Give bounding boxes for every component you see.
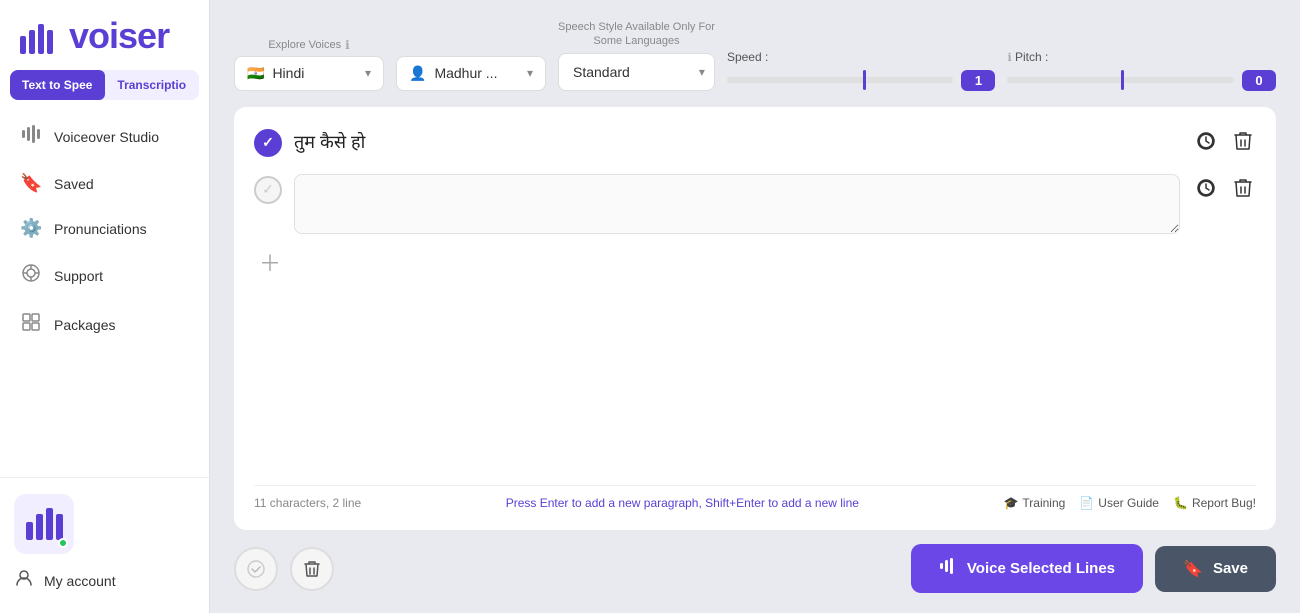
logo-area: voiser — [0, 0, 209, 70]
pitch-label: ℹ Pitch : — [1007, 50, 1276, 64]
sidebar-item-packages[interactable]: Packages — [0, 300, 209, 349]
online-indicator — [58, 538, 68, 548]
avatar-bars-icon — [26, 508, 63, 540]
language-group: Explore Voices ℹ 🇮🇳 Hindi English Spanis… — [234, 38, 384, 91]
sidebar-item-voiceover-studio[interactable]: Voiceover Studio — [0, 112, 209, 161]
char-count: 11 characters, 2 line — [254, 496, 361, 510]
speed-value: 1 — [961, 70, 995, 91]
speech-style-label: Speech Style Available Only For Some Lan… — [558, 20, 715, 49]
action-bar: Voice Selected Lines 🔖 Save — [234, 530, 1276, 593]
sidebar-label-voiceover-studio: Voiceover Studio — [54, 129, 159, 145]
save-btn-icon: 🔖 — [1183, 559, 1203, 579]
tab-transcription[interactable]: Transcriptio — [105, 70, 200, 100]
pitch-slider: 0 — [1007, 70, 1276, 91]
sidebar-label-pronunciations: Pronunciations — [54, 221, 147, 237]
language-select[interactable]: Hindi English Spanish — [272, 65, 357, 81]
voice-selected-lines-button[interactable]: Voice Selected Lines — [911, 544, 1143, 593]
line2-clock-button[interactable] — [1192, 174, 1220, 207]
sidebar-item-pronunciations[interactable]: ⚙️ Pronunciations — [0, 206, 209, 251]
voice-chevron-icon: ▾ — [527, 66, 533, 80]
line-row-2 — [254, 174, 1256, 234]
language-chevron-icon: ▾ — [365, 66, 371, 80]
sidebar-item-saved[interactable]: 🔖 Saved — [0, 161, 209, 206]
explore-voices-info-icon: ℹ — [345, 38, 350, 52]
sidebar-item-support[interactable]: Support — [0, 251, 209, 300]
packages-icon — [20, 312, 42, 337]
line2-checkbox[interactable] — [254, 176, 282, 204]
speed-thumb[interactable] — [863, 70, 866, 90]
pronunciations-icon: ⚙️ — [20, 218, 42, 239]
tab-row: Text to Spee Transcriptio — [10, 70, 199, 100]
save-btn-label: Save — [1213, 560, 1248, 577]
my-account-label: My account — [44, 573, 116, 589]
sidebar-label-support: Support — [54, 268, 103, 284]
line1-text: तुम कैसे हो — [294, 127, 1180, 154]
save-button[interactable]: 🔖 Save — [1155, 546, 1276, 592]
tab-tts[interactable]: Text to Spee — [10, 70, 105, 100]
editor-card: तुम कैसे हो — [234, 107, 1276, 530]
sidebar-bottom: My account — [0, 477, 209, 613]
voice-select[interactable]: Madhur ... Ananya — [434, 65, 519, 81]
report-bug-link[interactable]: 🐛 Report Bug! — [1173, 496, 1256, 510]
training-icon: 🎓 — [1003, 496, 1018, 510]
saved-icon: 🔖 — [20, 173, 42, 194]
nav-menu: Voiceover Studio 🔖 Saved ⚙️ Pronunciatio… — [0, 108, 209, 477]
speed-label: Speed : — [727, 50, 996, 64]
support-icon — [20, 263, 42, 288]
pitch-info-icon: ℹ — [1007, 52, 1011, 64]
sidebar: voiser Text to Spee Transcriptio Voiceov… — [0, 0, 210, 613]
add-line-row: ＋ — [254, 248, 1256, 276]
explore-voices-label: Explore Voices ℹ — [234, 38, 384, 52]
line1-actions — [1192, 127, 1256, 160]
line1-checkbox[interactable] — [254, 129, 282, 157]
sidebar-label-saved: Saved — [54, 176, 94, 192]
toolbar: Explore Voices ℹ 🇮🇳 Hindi English Spanis… — [234, 20, 1276, 91]
speed-group: Speed : 1 — [727, 50, 996, 91]
report-bug-icon: 🐛 — [1173, 496, 1188, 510]
style-dropdown-wrapper: Standard Calm Cheerful — [558, 53, 715, 91]
voice-dropdown[interactable]: 👤 Madhur ... Ananya ▾ — [396, 56, 546, 91]
logo-icon — [20, 15, 69, 56]
speed-fill — [727, 77, 863, 83]
add-line-button[interactable]: ＋ — [256, 248, 284, 276]
pitch-thumb[interactable] — [1121, 70, 1124, 90]
pitch-value: 0 — [1242, 70, 1276, 91]
training-link[interactable]: 🎓 Training — [1003, 496, 1065, 510]
voice-avatar-icon: 👤 — [409, 65, 426, 82]
my-account[interactable]: My account — [14, 564, 195, 597]
delete-button[interactable] — [290, 547, 334, 591]
line2-textarea[interactable] — [294, 174, 1180, 234]
language-dropdown[interactable]: 🇮🇳 Hindi English Spanish ▾ — [234, 56, 384, 91]
select-all-button[interactable] — [234, 547, 278, 591]
line2-actions — [1192, 174, 1256, 207]
flag-icon: 🇮🇳 — [247, 65, 264, 82]
line-row-1: तुम कैसे हो — [254, 127, 1256, 160]
line2-delete-button[interactable] — [1230, 174, 1256, 207]
avatar — [14, 494, 74, 554]
user-guide-link[interactable]: 📄 User Guide — [1079, 496, 1159, 510]
speed-slider: 1 — [727, 70, 996, 91]
pitch-group: ℹ Pitch : 0 — [1007, 50, 1276, 91]
pitch-fill — [1007, 77, 1120, 83]
logo: voiser — [20, 18, 189, 54]
line1-clock-button[interactable] — [1192, 127, 1220, 160]
voice-btn-label: Voice Selected Lines — [967, 560, 1115, 577]
logo-text-label: voiser — [69, 15, 169, 56]
sidebar-label-packages: Packages — [54, 317, 115, 333]
voice-btn-icon — [939, 557, 957, 580]
main-content: Explore Voices ℹ 🇮🇳 Hindi English Spanis… — [210, 0, 1300, 613]
footer-links: 🎓 Training 📄 User Guide 🐛 Report Bug! — [1003, 496, 1256, 510]
voiceover-studio-icon — [20, 124, 42, 149]
hint-text: Press Enter to add a new paragraph, Shif… — [506, 496, 859, 510]
editor-footer: 11 characters, 2 line Press Enter to add… — [254, 485, 1256, 510]
speed-track[interactable] — [727, 77, 954, 83]
line1-delete-button[interactable] — [1230, 127, 1256, 160]
voice-group: 👤 Madhur ... Ananya ▾ — [396, 34, 546, 91]
my-account-icon — [14, 568, 34, 593]
style-group: Speech Style Available Only For Some Lan… — [558, 20, 715, 91]
user-guide-icon: 📄 — [1079, 496, 1094, 510]
style-select[interactable]: Standard Calm Cheerful — [558, 53, 715, 91]
pitch-track[interactable] — [1007, 77, 1234, 83]
